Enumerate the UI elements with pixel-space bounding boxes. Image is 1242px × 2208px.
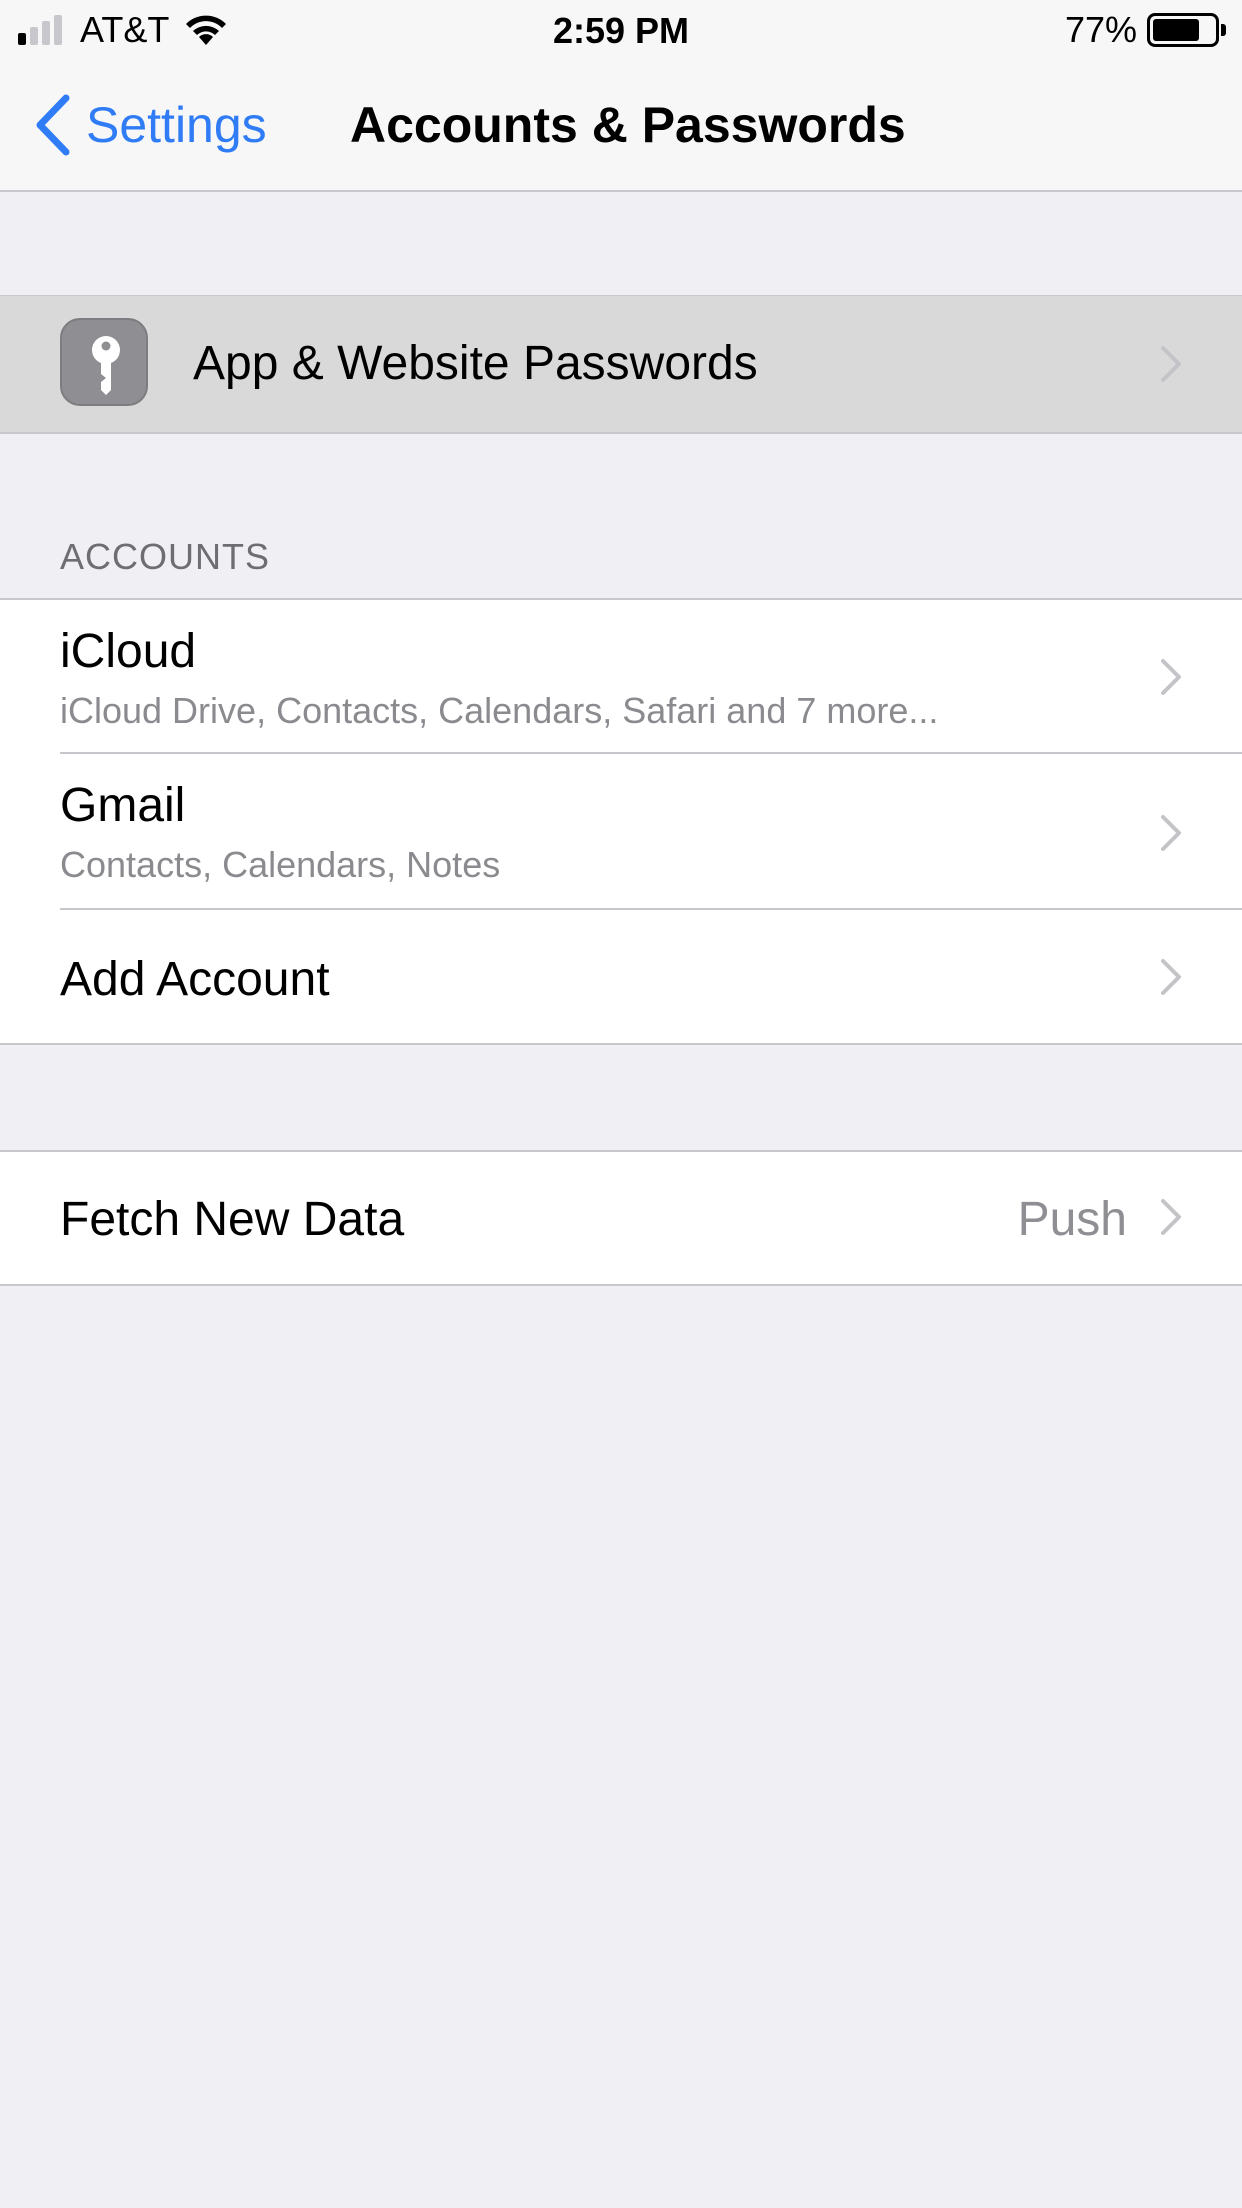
divider bbox=[0, 432, 1242, 434]
add-account-label: Add Account bbox=[60, 953, 330, 1006]
battery-percent: 77% bbox=[1064, 9, 1137, 50]
app-website-passwords-row[interactable]: App & Website Passwords bbox=[0, 296, 1242, 432]
section-header-accounts: ACCOUNTS bbox=[60, 536, 271, 577]
status-bar: AT&T 2:59 PM 77% bbox=[0, 0, 1242, 60]
account-row-gmail[interactable]: Gmail Contacts, Calendars, Notes bbox=[0, 754, 1242, 910]
account-subtitle: iCloud Drive, Contacts, Calendars, Safar… bbox=[60, 690, 939, 731]
chevron-right-icon bbox=[1161, 815, 1181, 851]
page-title: Accounts & Passwords bbox=[350, 97, 906, 153]
battery-icon bbox=[1147, 13, 1219, 47]
chevron-right-icon bbox=[1161, 1199, 1181, 1235]
screen: AT&T 2:59 PM 77% Settings Accounts & Pas… bbox=[0, 0, 1242, 2208]
add-account-row[interactable]: Add Account bbox=[0, 910, 1242, 1044]
fetch-new-data-row[interactable]: Fetch New Data Push bbox=[0, 1152, 1242, 1284]
account-row-icloud[interactable]: iCloud iCloud Drive, Contacts, Calendars… bbox=[0, 600, 1242, 754]
chevron-right-icon bbox=[1161, 346, 1181, 382]
account-subtitle: Contacts, Calendars, Notes bbox=[60, 844, 501, 885]
back-button[interactable]: Settings bbox=[32, 90, 267, 160]
chevron-left-icon bbox=[36, 94, 70, 156]
accounts-group: iCloud iCloud Drive, Contacts, Calendars… bbox=[0, 600, 1242, 1044]
fetch-new-data-value: Push bbox=[1017, 1193, 1127, 1246]
battery-tip bbox=[1221, 24, 1226, 36]
fetch-new-data-label: Fetch New Data bbox=[60, 1193, 405, 1246]
navigation-bar: Settings Accounts & Passwords bbox=[0, 60, 1242, 192]
passwords-label: App & Website Passwords bbox=[193, 337, 758, 390]
divider bbox=[0, 1284, 1242, 1286]
key-icon bbox=[60, 318, 148, 406]
status-right: 77% bbox=[1064, 9, 1226, 50]
chevron-right-icon bbox=[1161, 959, 1181, 995]
chevron-right-icon bbox=[1161, 659, 1181, 695]
battery-fill bbox=[1153, 19, 1200, 41]
account-title: Gmail bbox=[60, 779, 186, 832]
divider bbox=[0, 1043, 1242, 1045]
back-label: Settings bbox=[86, 97, 267, 153]
status-time: 2:59 PM bbox=[552, 10, 690, 51]
account-title: iCloud bbox=[60, 625, 197, 678]
